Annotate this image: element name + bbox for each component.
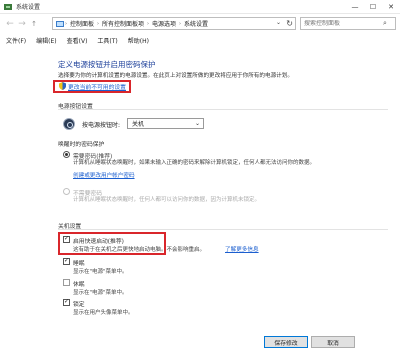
minimize-button[interactable]: — bbox=[346, 0, 364, 14]
no-password-description: 计算机从睡眠状态唤醒时，任何人都可以访问你的数据，因为计算机未锁定。 bbox=[73, 197, 261, 203]
chevron-right-icon: › bbox=[179, 20, 182, 27]
menu-edit[interactable]: 编辑(E) bbox=[36, 36, 56, 45]
learn-more-link[interactable]: 了解更多信息 bbox=[225, 245, 259, 253]
recent-pages-button[interactable]: ↑ bbox=[28, 20, 40, 28]
change-unavailable-settings-link[interactable]: 更改当前不可用的设置 bbox=[57, 81, 128, 91]
divider bbox=[58, 109, 388, 110]
chevron-down-icon: ⌄ bbox=[194, 120, 200, 127]
forward-button[interactable]: → bbox=[16, 19, 28, 29]
menu-help[interactable]: 帮助(H) bbox=[128, 36, 149, 45]
require-password-label: 需要密码(推荐) bbox=[73, 154, 113, 160]
chevron-right-icon: › bbox=[97, 20, 100, 27]
chevron-right-icon: › bbox=[147, 20, 150, 27]
search-box[interactable]: ⌕ bbox=[300, 17, 396, 30]
menu-tools[interactable]: 工具(T) bbox=[97, 36, 117, 45]
no-password-label: 不需要密码 bbox=[73, 191, 102, 197]
control-panel-icon bbox=[56, 20, 64, 27]
dialog-buttons: 保存修改 取消 bbox=[264, 336, 355, 348]
create-password-link[interactable]: 创建或更改用户帐户密码 bbox=[73, 171, 135, 179]
back-button[interactable]: ← bbox=[4, 19, 16, 29]
hibernate-label: 休眠 bbox=[73, 282, 85, 288]
main-content: 定义电源按钮并启用密码保护 选择要为你的计算机设置的电源设置。在此页上对设置所做… bbox=[0, 46, 400, 355]
address-bar[interactable]: › 控制面板 › 所有控制面板项 › 电源选项 › 系统设置 ⌄ ↻ bbox=[52, 17, 296, 30]
sleep-label: 睡眠 bbox=[73, 261, 85, 267]
maximize-icon: ☐ bbox=[369, 2, 377, 11]
menu-file[interactable]: 文件(F) bbox=[6, 36, 26, 45]
breadcrumb-system-settings[interactable]: 系统设置 bbox=[184, 19, 208, 28]
power-button-label: 按电源按钮时: bbox=[82, 122, 121, 129]
minimize-icon: — bbox=[351, 2, 359, 11]
power-button-icon bbox=[63, 118, 75, 130]
require-password-description: 计算机从睡眠状态唤醒时，如果未输入正确的密码来解除计算机锁定，任何人都无法访问你… bbox=[73, 160, 316, 166]
window-title: 系统设置 bbox=[16, 4, 41, 11]
title-bar: 系统设置 — ☐ ✕ bbox=[0, 0, 400, 14]
breadcrumb-power-options[interactable]: 电源选项 bbox=[152, 19, 176, 28]
close-button[interactable]: ✕ bbox=[382, 0, 400, 14]
close-icon: ✕ bbox=[388, 2, 394, 11]
page-description: 选择要为你的计算机设置的电源设置。在此页上对设置所做的更改将应用于你所有的电源计… bbox=[58, 73, 293, 79]
breadcrumb-all-items[interactable]: 所有控制面板项 bbox=[102, 19, 144, 28]
require-password-radio[interactable] bbox=[63, 151, 70, 158]
search-input[interactable] bbox=[301, 20, 383, 27]
page-title: 定义电源按钮并启用密码保护 bbox=[58, 60, 156, 69]
save-button[interactable]: 保存修改 bbox=[264, 336, 308, 348]
fast-startup-checkbox[interactable] bbox=[63, 235, 70, 243]
hibernate-checkbox[interactable] bbox=[63, 279, 70, 286]
cancel-button[interactable]: 取消 bbox=[311, 336, 355, 348]
search-icon[interactable]: ⌕ bbox=[383, 19, 387, 28]
menu-bar: 文件(F) 编辑(E) 查看(V) 工具(T) 帮助(H) bbox=[0, 34, 400, 46]
sleep-description: 显示在"电源"菜单中。 bbox=[73, 269, 128, 275]
navigation-bar: ← → ↑ › 控制面板 › 所有控制面板项 › 电源选项 › 系统设置 ⌄ ↻… bbox=[0, 16, 400, 32]
breadcrumb-control-panel[interactable]: 控制面板 bbox=[70, 19, 94, 28]
divider bbox=[58, 229, 388, 230]
chevron-right-icon: › bbox=[65, 20, 67, 27]
fast-startup-label: 启用快速启动(推荐) bbox=[73, 239, 124, 245]
shield-icon bbox=[59, 82, 66, 90]
maximize-button[interactable]: ☐ bbox=[364, 0, 382, 14]
hibernate-description: 显示在"电源"菜单中。 bbox=[73, 290, 128, 296]
chevron-down-icon[interactable]: ⌄ bbox=[276, 19, 281, 26]
change-settings-label: 更改当前不可用的设置 bbox=[68, 84, 126, 91]
lock-checkbox[interactable] bbox=[63, 298, 70, 306]
lock-label: 锁定 bbox=[73, 302, 85, 308]
power-button-action-select[interactable]: 关机 ⌄ bbox=[127, 118, 204, 129]
fast-startup-description: 这有助于在关机之后更快地启动电脑。不会影响重启。 bbox=[73, 247, 206, 253]
power-button-action-value: 关机 bbox=[132, 121, 145, 128]
power-options-icon bbox=[4, 3, 12, 10]
menu-view[interactable]: 查看(V) bbox=[67, 36, 88, 45]
wake-password-section-title: 唤醒时的密码保护 bbox=[58, 142, 105, 148]
refresh-icon[interactable]: ↻ bbox=[286, 19, 293, 28]
no-password-radio[interactable] bbox=[63, 188, 70, 195]
lock-description: 显示在用户头像菜单中。 bbox=[73, 310, 134, 316]
sleep-checkbox[interactable] bbox=[63, 257, 70, 265]
